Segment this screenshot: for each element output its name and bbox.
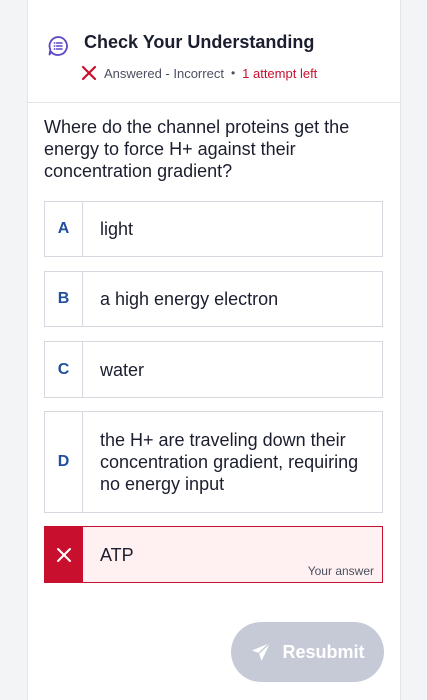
status-text: Answered - Incorrect — [104, 65, 224, 81]
option-text: water — [100, 359, 145, 380]
option-letter: C — [45, 342, 83, 397]
attempts-left: 1 attempt left — [242, 65, 318, 81]
answer-status: Answered - Incorrect • 1 attempt left — [80, 63, 317, 83]
answer-option-a[interactable]: A light — [44, 201, 383, 257]
option-letter: A — [45, 202, 83, 256]
option-text: a high energy electron — [100, 289, 279, 309]
option-text: the H+ are traveling down their concentr… — [100, 430, 359, 494]
answer-option-b[interactable]: B a high energy electron — [44, 271, 383, 327]
answer-option-d[interactable]: D the H+ are traveling down their concen… — [44, 411, 383, 513]
question-text: Where do the channel proteins get the en… — [44, 117, 350, 181]
option-letter: B — [45, 272, 83, 326]
answer-option-e-selected[interactable]: ATP Your answer — [44, 526, 383, 583]
question-card: Check Your Understanding Answered - Inco… — [27, 0, 401, 700]
card-header: Check Your Understanding Answered - Inco… — [28, 0, 400, 103]
resubmit-label: Resubmit — [282, 641, 365, 662]
incorrect-marker — [45, 527, 83, 582]
option-letter: D — [45, 412, 83, 512]
status-separator: • — [230, 66, 236, 80]
option-text: light — [100, 219, 134, 239]
your-answer-label: Your answer — [307, 564, 374, 578]
card-title: Check Your Understanding — [84, 32, 315, 52]
x-icon — [56, 547, 71, 562]
option-text: ATP — [100, 544, 134, 565]
quiz-list-icon — [48, 36, 68, 56]
answer-option-c[interactable]: C water — [44, 341, 383, 398]
resubmit-button[interactable]: Resubmit — [231, 622, 384, 682]
x-icon — [81, 65, 97, 81]
send-icon — [252, 642, 271, 661]
